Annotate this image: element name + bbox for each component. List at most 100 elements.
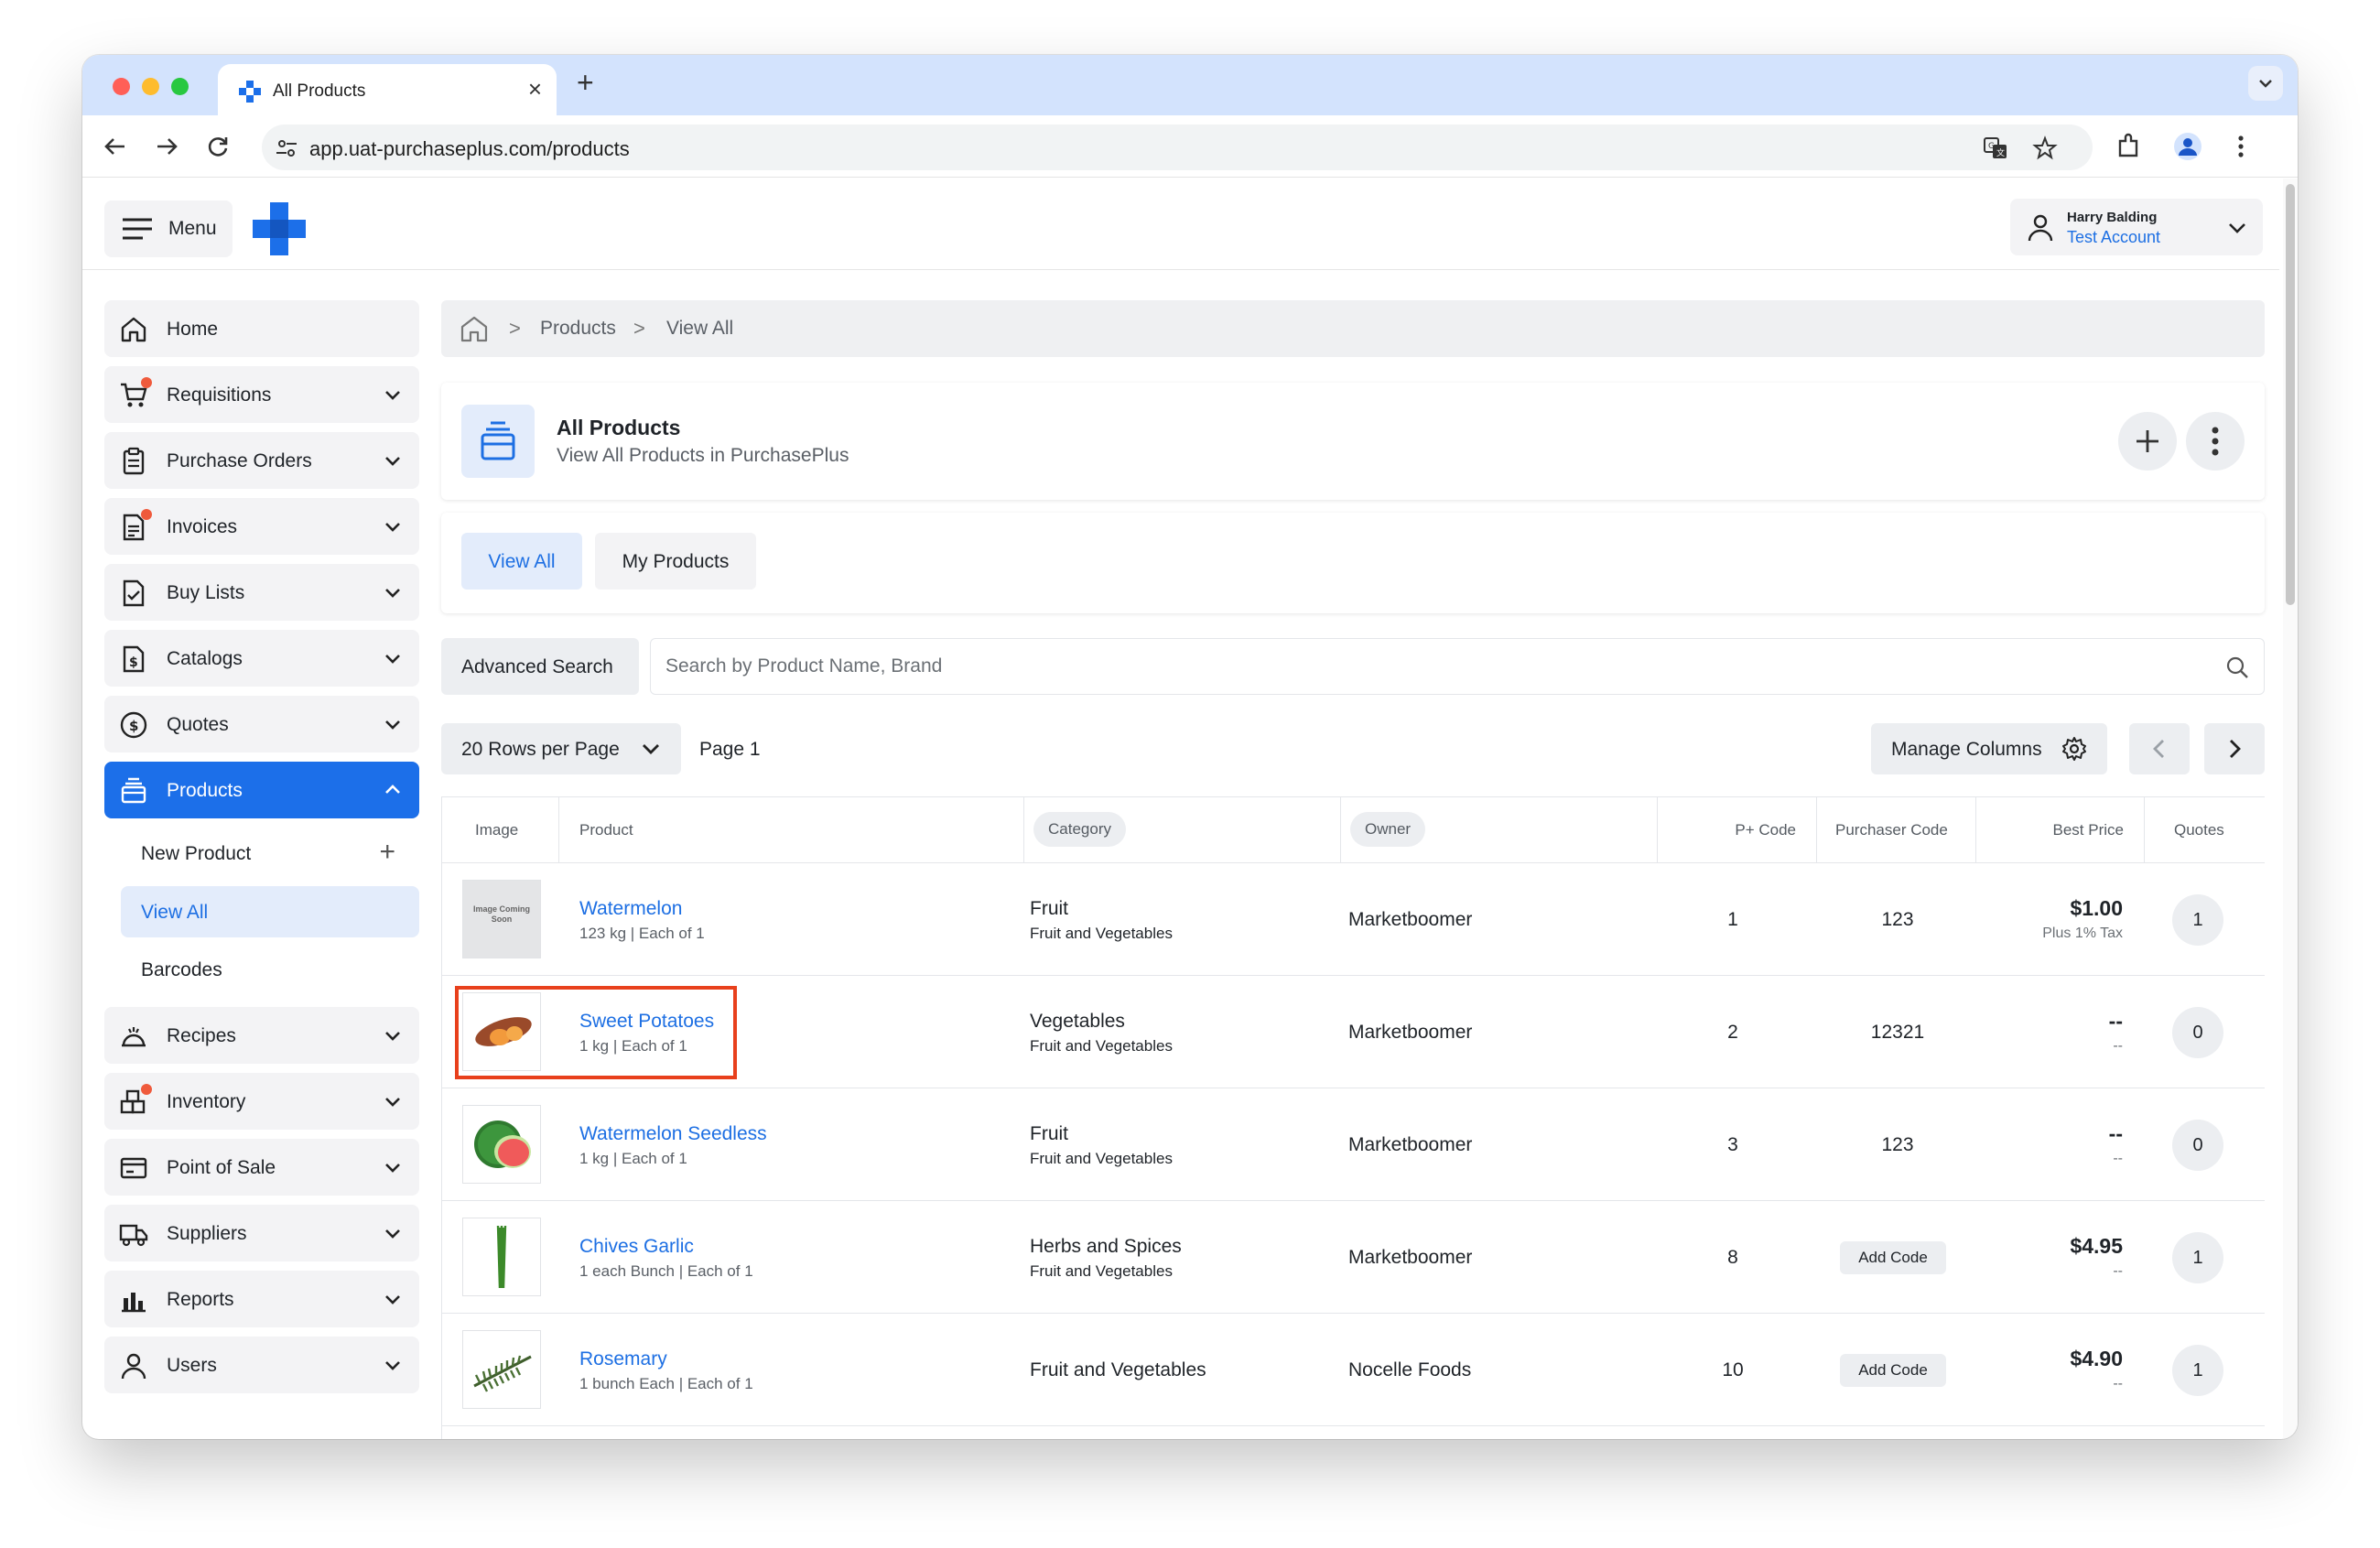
purchaseplus-logo[interactable] <box>251 200 308 257</box>
product-category-parent: Fruit and Vegetables <box>1030 1037 1173 1055</box>
search-field[interactable] <box>650 638 2265 695</box>
notification-dot <box>141 1084 152 1095</box>
product-name-link[interactable]: Watermelon Seedless <box>579 1123 767 1145</box>
address-bar[interactable]: app.uat-purchaseplus.com/products G文 <box>262 124 2093 170</box>
breadcrumb-products[interactable]: Products <box>540 318 616 340</box>
sidebar-item-buy-lists[interactable]: Buy Lists <box>104 564 419 621</box>
product-category: Fruit <box>1030 898 1068 919</box>
site-settings-icon[interactable] <box>275 136 298 160</box>
column-header-label: Best Price <box>2052 821 2124 839</box>
table-row[interactable]: Watermelon Seedless 1 kg | Each of 1 Fru… <box>442 1088 2265 1201</box>
column-sort-pill[interactable]: Owner <box>1350 812 1426 847</box>
sidebar-item-users[interactable]: Users <box>104 1337 419 1393</box>
sidebar-item-suppliers[interactable]: Suppliers <box>104 1205 419 1261</box>
sidebar-item-inventory[interactable]: Inventory <box>104 1073 419 1130</box>
sidebar-subitem-barcodes[interactable]: Barcodes <box>121 944 419 995</box>
rosemary-image <box>473 1355 532 1392</box>
breadcrumb: > Products > View All <box>441 300 2265 357</box>
home-icon[interactable] <box>460 315 489 342</box>
translate-icon[interactable]: G文 <box>1983 135 2008 161</box>
sidebar-item-catalogs[interactable]: $ Catalogs <box>104 630 419 687</box>
sidebar-item-reports[interactable]: Reports <box>104 1271 419 1327</box>
close-window-button[interactable] <box>113 78 130 95</box>
sidebar-subitem-view-all[interactable]: View All <box>121 886 419 937</box>
tab-view-all[interactable]: View All <box>461 533 582 590</box>
add-code-button[interactable]: Add Code <box>1840 1354 1946 1387</box>
sidebar-item-invoices[interactable]: Invoices <box>104 498 419 555</box>
search-input[interactable] <box>665 652 2185 681</box>
product-name-link[interactable]: Watermelon <box>579 898 682 920</box>
extensions-icon[interactable] <box>2113 130 2146 163</box>
forward-arrow-icon[interactable] <box>150 130 183 163</box>
add-product-button[interactable] <box>2118 412 2177 471</box>
column-sort-pill[interactable]: Category <box>1033 812 1126 847</box>
previous-page-button[interactable] <box>2129 723 2190 774</box>
product-name-link[interactable]: Rosemary <box>579 1348 667 1370</box>
highlight-annotation-box <box>455 986 737 1079</box>
minimize-window-button[interactable] <box>142 78 159 95</box>
product-name-link[interactable]: Chives Garlic <box>579 1236 694 1258</box>
sidebar-item-label: Products <box>167 780 243 801</box>
sidebar-item-requisitions[interactable]: Requisitions <box>104 366 419 423</box>
best-price: $1.00 <box>2070 896 2123 920</box>
back-arrow-icon[interactable] <box>99 130 132 163</box>
breadcrumb-separator-icon: > <box>633 317 645 340</box>
column-header-image: Image <box>442 797 559 863</box>
reload-icon[interactable] <box>201 130 234 163</box>
sidebar-item-label: Reports <box>167 1289 234 1310</box>
next-page-button[interactable] <box>2204 723 2265 774</box>
menu-button[interactable]: Menu <box>104 200 233 257</box>
sidebar-item-quotes[interactable]: $ Quotes <box>104 696 419 752</box>
bookmark-star-icon[interactable] <box>2032 135 2058 161</box>
page-indicator: Page 1 <box>699 739 761 760</box>
sidebar-item-home[interactable]: Home <box>104 300 419 357</box>
scrollbar-thumb[interactable] <box>2286 184 2295 605</box>
sidebar-item-purchase-orders[interactable]: Purchase Orders <box>104 432 419 489</box>
maximize-window-button[interactable] <box>171 78 189 95</box>
product-image-placeholder: Image Coming Soon <box>462 880 541 958</box>
close-tab-icon[interactable]: × <box>528 77 542 101</box>
tab-my-products[interactable]: My Products <box>595 533 756 590</box>
manage-columns-label: Manage Columns <box>1891 739 2042 760</box>
sidebar-item-label: Quotes <box>167 714 229 735</box>
column-header-category[interactable]: Category <box>1024 797 1341 863</box>
sidebar-item-point-of-sale[interactable]: Point of Sale <box>104 1139 419 1196</box>
search-icon[interactable] <box>2225 655 2249 679</box>
column-header-label: Image <box>475 821 519 839</box>
hamburger-icon <box>123 218 152 240</box>
quotes-count-badge[interactable]: 1 <box>2172 894 2223 946</box>
browser-menu-icon[interactable] <box>2224 130 2257 163</box>
table-row[interactable]: Chives Garlic 1 each Bunch | Each of 1 H… <box>442 1201 2265 1314</box>
quotes-count-badge[interactable]: 0 <box>2172 1007 2223 1058</box>
tab-label: My Products <box>622 551 730 572</box>
quotes-count-badge[interactable]: 1 <box>2172 1232 2223 1283</box>
table-row[interactable]: Rosemary 1 bunch Each | Each of 1 Fruit … <box>442 1314 2265 1426</box>
chevron-down-icon <box>643 744 659 754</box>
sidebar-subitem-new-product[interactable]: New Product + <box>121 828 419 879</box>
manage-columns-button[interactable]: Manage Columns <box>1871 723 2107 774</box>
product-category: Fruit and Vegetables <box>1030 1359 1206 1380</box>
quotes-count-badge[interactable]: 1 <box>2172 1345 2223 1396</box>
advanced-search-button[interactable]: Advanced Search <box>441 638 639 695</box>
app-header: Menu Harry Balding Test Account <box>82 179 2279 270</box>
svg-text:G: G <box>1988 142 1995 151</box>
page-scrollbar[interactable] <box>2283 179 2298 1439</box>
plus-icon <box>2137 430 2158 452</box>
column-header-owner[interactable]: Owner <box>1341 797 1658 863</box>
add-code-button[interactable]: Add Code <box>1840 1241 1946 1274</box>
quotes-count-badge[interactable]: 0 <box>2172 1120 2223 1171</box>
account-name: Test Account <box>2067 228 2161 246</box>
sidebar-item-products[interactable]: Products <box>104 762 419 818</box>
user-icon <box>2028 214 2053 242</box>
user-menu[interactable]: Harry Balding Test Account <box>2010 199 2263 255</box>
tab-search-button[interactable] <box>2248 66 2283 101</box>
new-tab-button[interactable]: + <box>577 68 594 97</box>
table-row[interactable]: Image Coming Soon Watermelon 123 kg | Ea… <box>442 863 2265 976</box>
best-price: -- <box>2108 1121 2123 1145</box>
rows-per-page-select[interactable]: 20 Rows per Page <box>441 723 681 774</box>
sidebar-item-recipes[interactable]: Recipes <box>104 1007 419 1064</box>
profile-avatar-icon[interactable] <box>2171 130 2204 163</box>
column-header-p-code: P+ Code <box>1658 797 1817 863</box>
more-options-button[interactable] <box>2186 412 2245 471</box>
browser-tab[interactable]: All Products × <box>218 64 557 115</box>
